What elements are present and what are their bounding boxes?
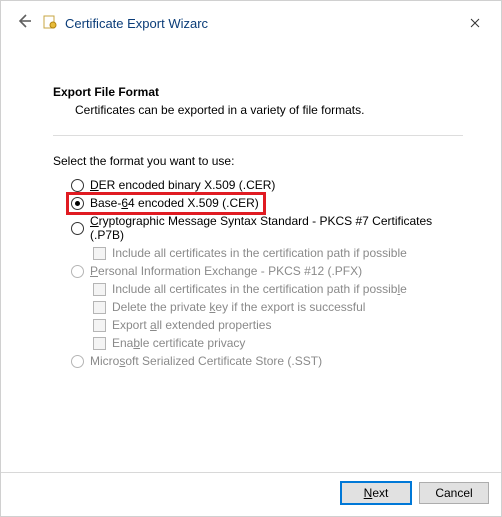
radio-icon	[71, 355, 84, 368]
check-pfx-privacy: Enable certificate privacy	[93, 336, 463, 350]
radio-pkcs7[interactable]: Cryptographic Message Syntax Standard - …	[71, 214, 463, 242]
check-pfx-extended: Export all extended properties	[93, 318, 463, 332]
titlebar: Certificate Export Wizarc	[1, 1, 501, 45]
content-area: Export File Format Certificates can be e…	[1, 45, 501, 368]
radio-icon	[71, 265, 84, 278]
check-label: Enable certificate privacy	[112, 336, 245, 350]
window-title: Certificate Export Wizarc	[65, 16, 208, 31]
check-label: Export all extended properties	[112, 318, 271, 332]
page-subheading: Certificates can be exported in a variet…	[75, 103, 463, 117]
check-label: Delete the private key if the export is …	[112, 300, 365, 314]
radio-icon	[71, 179, 84, 192]
page-heading: Export File Format	[53, 85, 463, 99]
format-prompt: Select the format you want to use:	[53, 154, 463, 168]
divider	[53, 135, 463, 136]
radio-icon	[71, 197, 84, 210]
radio-pfx-label: Personal Information Exchange - PKCS #12…	[90, 264, 362, 278]
check-pfx-include: Include all certificates in the certific…	[93, 282, 463, 296]
radio-base64[interactable]: Base-64 encoded X.509 (.CER)	[71, 196, 463, 210]
checkbox-icon	[93, 283, 106, 296]
back-icon[interactable]	[15, 12, 41, 35]
radio-sst-label: Microsoft Serialized Certificate Store (…	[90, 354, 322, 368]
radio-pfx: Personal Information Exchange - PKCS #12…	[71, 264, 463, 278]
checkbox-icon	[93, 301, 106, 314]
next-button[interactable]: Next	[341, 482, 411, 504]
format-options: DER encoded binary X.509 (.CER) Base-64 …	[71, 178, 463, 368]
check-label: Include all certificates in the certific…	[112, 282, 407, 296]
radio-pkcs7-label: Cryptographic Message Syntax Standard - …	[90, 214, 463, 242]
footer: Next Cancel	[1, 472, 501, 516]
certificate-icon	[41, 13, 59, 33]
close-button[interactable]	[455, 9, 495, 37]
check-pkcs7-include: Include all certificates in the certific…	[93, 246, 463, 260]
radio-icon	[71, 222, 84, 235]
check-label: Include all certificates in the certific…	[112, 246, 407, 260]
cancel-button[interactable]: Cancel	[419, 482, 489, 504]
checkbox-icon	[93, 337, 106, 350]
check-pfx-delete: Delete the private key if the export is …	[93, 300, 463, 314]
radio-base64-label: Base-64 encoded X.509 (.CER)	[90, 196, 259, 210]
radio-sst: Microsoft Serialized Certificate Store (…	[71, 354, 463, 368]
checkbox-icon	[93, 319, 106, 332]
radio-der[interactable]: DER encoded binary X.509 (.CER)	[71, 178, 463, 192]
radio-der-label: DER encoded binary X.509 (.CER)	[90, 178, 275, 192]
checkbox-icon	[93, 247, 106, 260]
